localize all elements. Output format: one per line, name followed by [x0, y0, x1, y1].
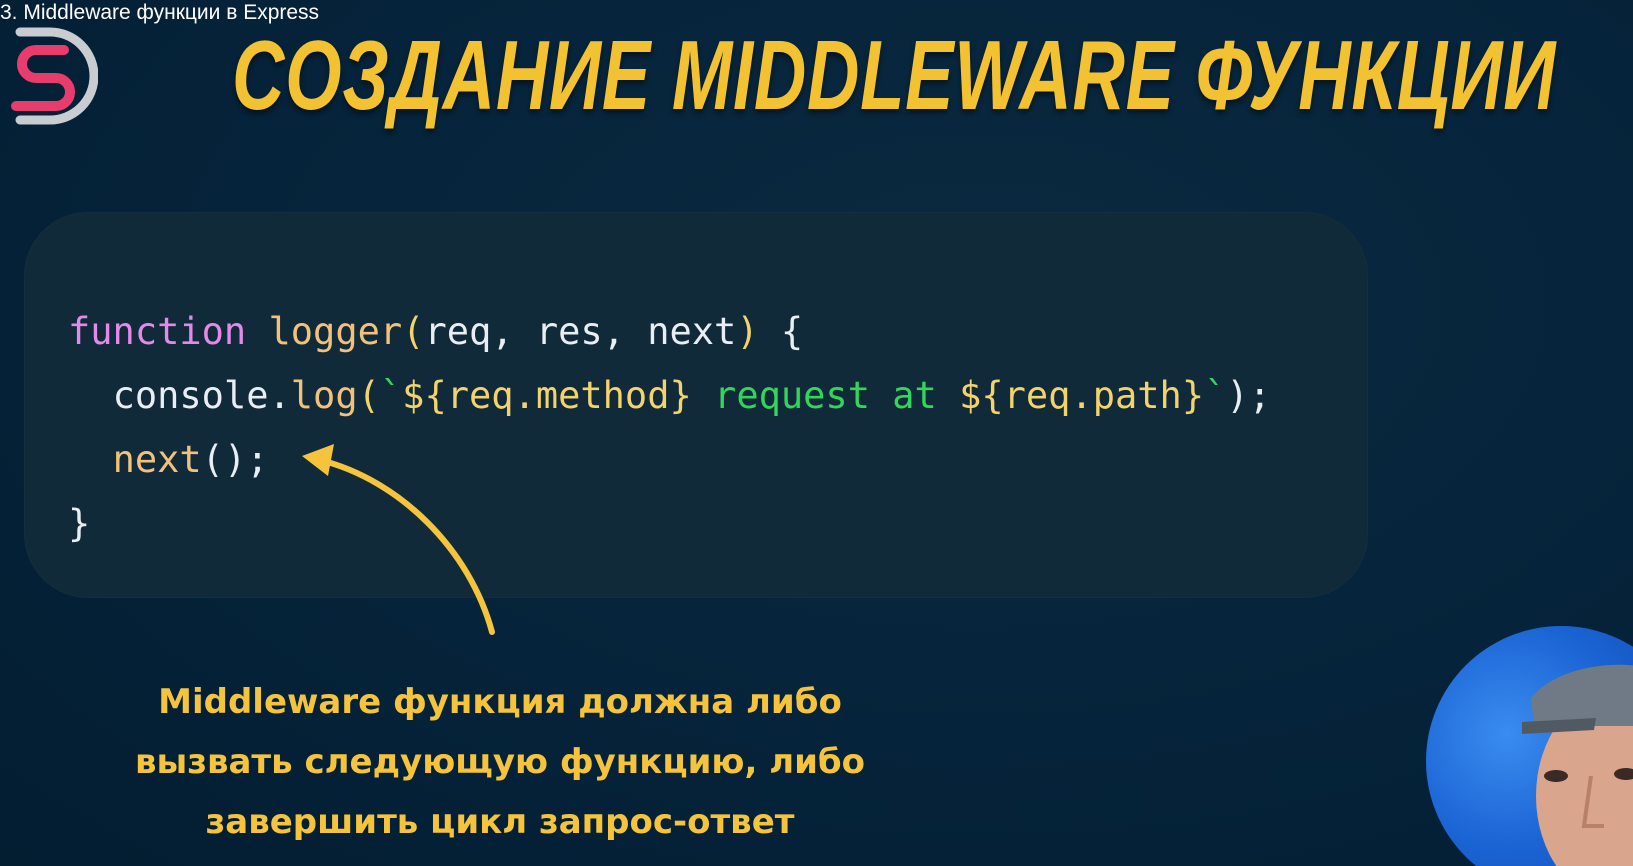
- paren-open: (: [402, 310, 425, 353]
- curved-arrow-icon: [302, 444, 495, 635]
- function-args: req, res, next: [424, 310, 737, 353]
- brace-open: {: [758, 310, 804, 353]
- video-frame: 3. Middleware функции в Express СОЗДАНИЕ…: [0, 0, 1633, 866]
- log-method: log: [290, 374, 358, 417]
- next-call: next: [112, 438, 202, 481]
- slide-title: СОЗДАНИЕ MIDDLEWARE ФУНКЦИИ: [232, 20, 1557, 130]
- code-line-3: next();: [68, 428, 1271, 492]
- paren-close: ): [736, 310, 759, 353]
- keyword-function: function: [68, 310, 247, 353]
- call-close: );: [1226, 374, 1271, 417]
- callout-text: Middleware функция должна либо вызвать с…: [120, 672, 880, 852]
- interpolation-method: ${req.method}: [402, 374, 692, 417]
- code-block: function logger(req, res, next) { consol…: [68, 300, 1271, 556]
- presenter-avatar: [1426, 626, 1633, 866]
- backtick-open: `: [379, 374, 403, 417]
- string-text: request at: [691, 374, 960, 417]
- code-line-2: console.log(`${req.method} request at ${…: [68, 364, 1271, 428]
- console-object: console.: [112, 374, 291, 417]
- ds-logo-icon: [6, 22, 99, 130]
- code-line-1: function logger(req, res, next) {: [68, 300, 1271, 364]
- backtick-close: `: [1204, 374, 1227, 417]
- next-call-parens: ();: [201, 438, 269, 481]
- interpolation-path: ${req.path}: [959, 374, 1205, 417]
- callout-line-1: Middleware функция должна либо: [158, 682, 842, 722]
- function-name: logger: [268, 310, 403, 353]
- paren-open: (: [357, 374, 380, 417]
- callout-line-2: вызвать следующую функцию, либо: [134, 742, 866, 782]
- callout-line-3: завершить цикл запрос-ответ: [205, 802, 795, 842]
- brace-close: }: [68, 502, 91, 545]
- code-line-4: }: [68, 492, 1271, 556]
